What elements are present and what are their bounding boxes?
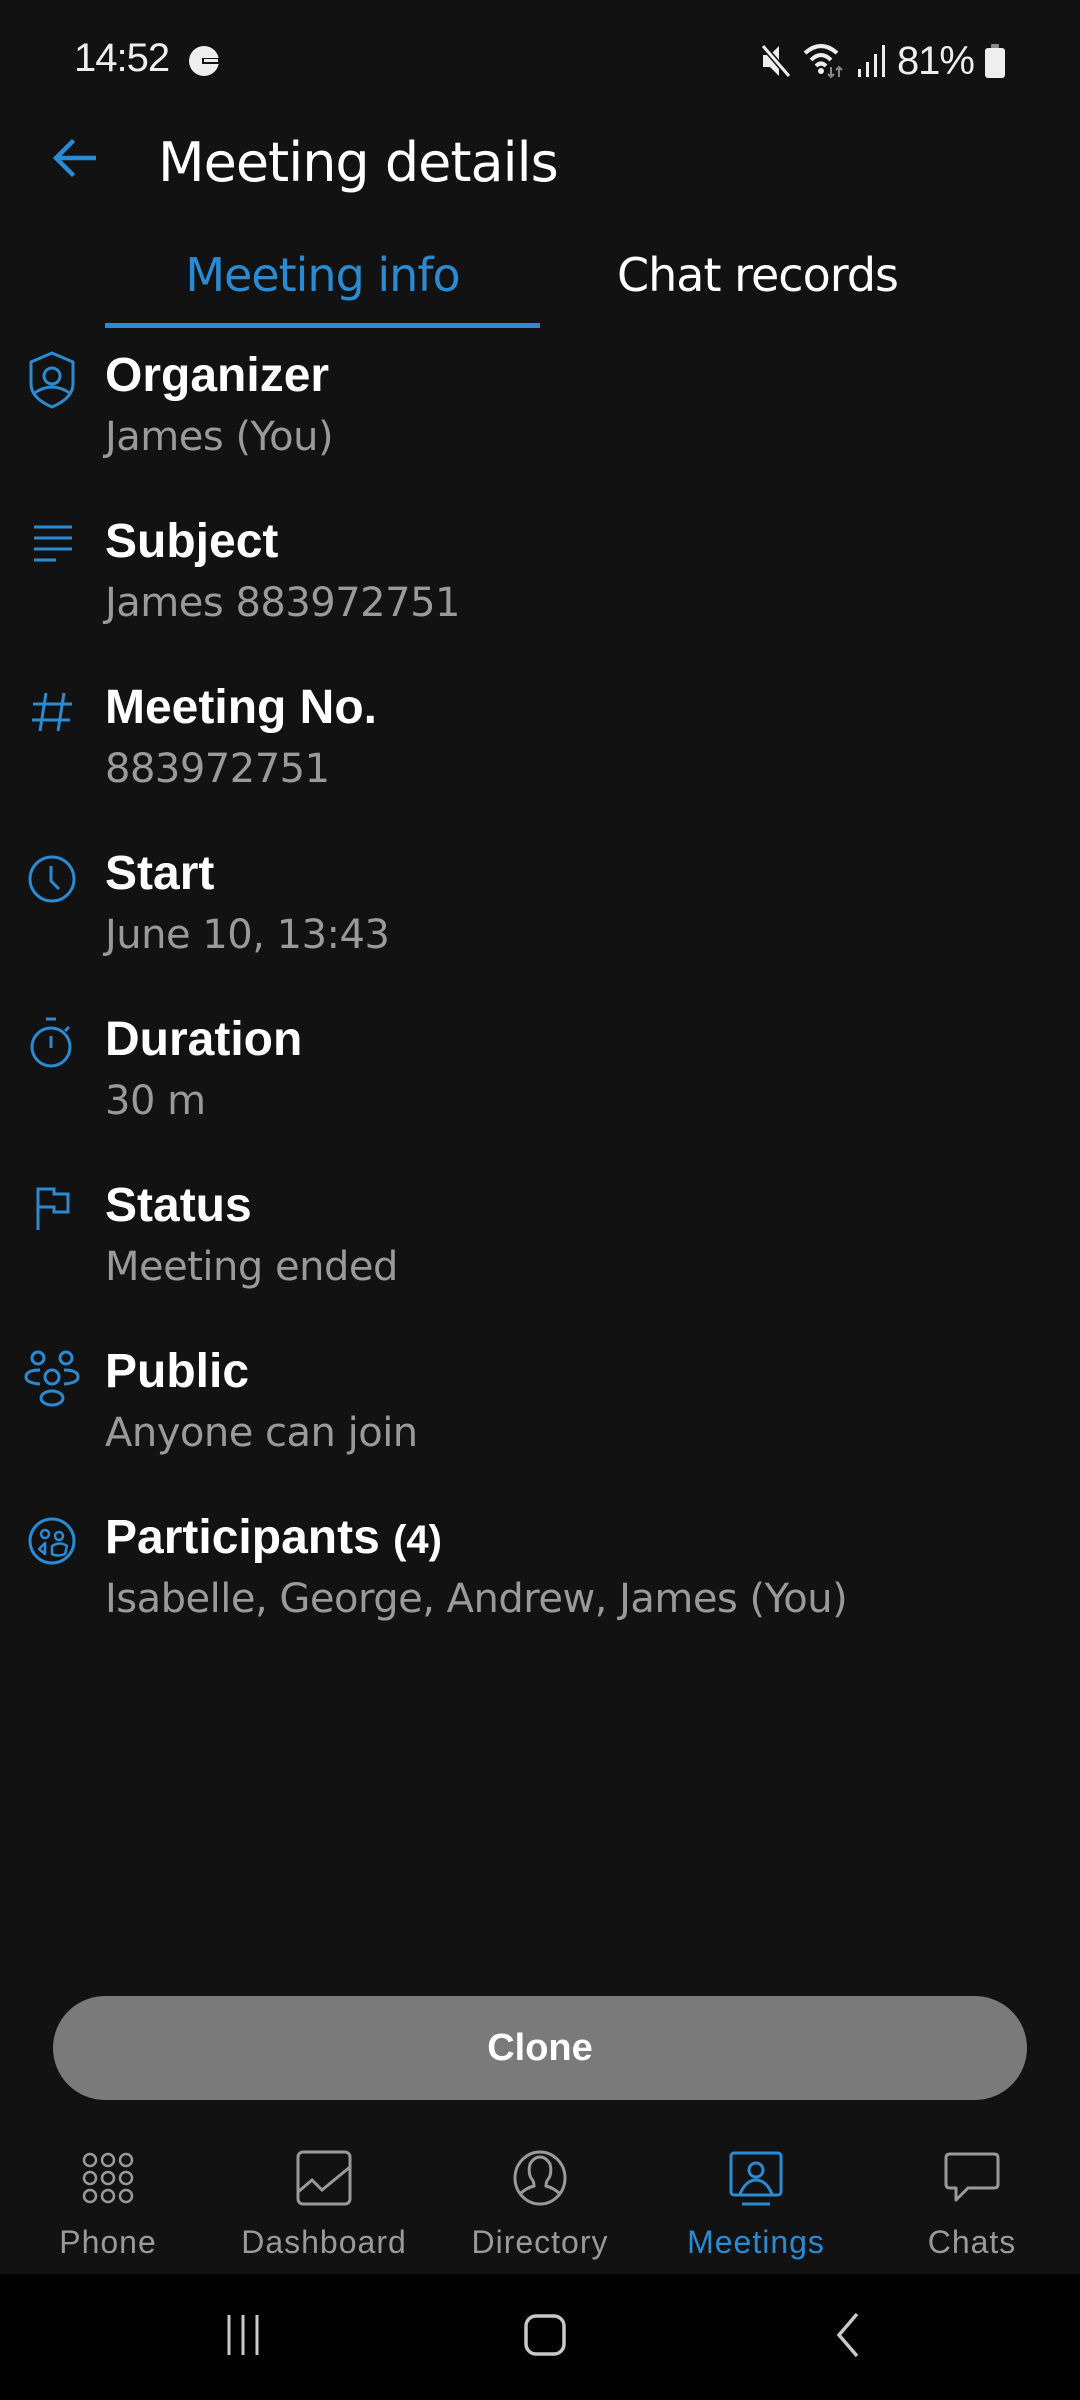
contact-icon [510, 2148, 570, 2208]
nav-item-directory[interactable]: Directory [432, 2130, 648, 2274]
chat-bubble-icon [942, 2148, 1002, 2208]
bottom-nav: Phone Dashboard Directory Meetings Chats [0, 2130, 1080, 2274]
detail-label: Public [105, 1345, 250, 1398]
arrow-left-icon [52, 136, 97, 185]
stopwatch-icon [26, 1016, 78, 1076]
status-bar: 14:52 81% [0, 0, 1080, 120]
tab-meeting-info[interactable]: Meeting info [105, 240, 540, 332]
detail-value: June 10, 13:43 [105, 912, 390, 958]
participants-label: Participants [105, 1511, 380, 1564]
tab-chat-records[interactable]: Chat records [540, 240, 975, 332]
dialpad-icon [78, 2148, 138, 2208]
nav-label: Directory [471, 2224, 609, 2260]
mute-icon [759, 42, 793, 80]
detail-label: Meeting No. [105, 681, 377, 734]
meeting-icon [726, 2148, 786, 2208]
detail-value: James 883972751 [105, 580, 460, 626]
detail-label: Start [105, 847, 215, 900]
wifi-icon [803, 41, 847, 81]
detail-label: Participants (4) [105, 1510, 442, 1565]
battery-percent: 81% [896, 38, 975, 83]
meeting-details-list: Organizer James (You) Subject James 8839… [0, 340, 1080, 1668]
group-icon [22, 1350, 82, 1410]
signal-icon [857, 43, 887, 79]
status-icons: 81% [759, 36, 1006, 86]
nav-item-chats[interactable]: Chats [864, 2130, 1080, 2274]
detail-label: Status [105, 1179, 252, 1232]
detail-value: Meeting ended [105, 1244, 398, 1290]
nav-label: Meetings [687, 2224, 825, 2260]
chart-icon [294, 2148, 354, 2208]
status-time: 14:52 [74, 36, 170, 80]
detail-value: James (You) [105, 414, 334, 460]
detail-value: 30 m [105, 1078, 206, 1124]
detail-value: Isabelle, George, Andrew, James (You) [105, 1576, 848, 1622]
detail-meeting-no: Meeting No. 883972751 [0, 672, 1080, 838]
detail-status: Status Meeting ended [0, 1170, 1080, 1336]
detail-start: Start June 10, 13:43 [0, 838, 1080, 1004]
tab-bar: Meeting info Chat records [105, 240, 975, 332]
page-title: Meeting details [158, 131, 559, 194]
back-button[interactable] [44, 130, 104, 190]
detail-subject: Subject James 883972751 [0, 506, 1080, 672]
nav-label: Chats [927, 2224, 1017, 2260]
clock-icon [26, 854, 78, 914]
detail-label: Organizer [105, 349, 330, 402]
battery-icon [984, 43, 1006, 79]
participants-count: (4) [393, 1518, 442, 1562]
detail-public: Public Anyone can join [0, 1336, 1080, 1502]
nav-item-meetings[interactable]: Meetings [648, 2130, 864, 2274]
flag-icon [26, 1186, 78, 1246]
participants-icon [26, 1516, 78, 1576]
hash-icon [26, 690, 78, 750]
home-icon [523, 2313, 567, 2362]
detail-participants[interactable]: Participants (4) Isabelle, George, Andre… [0, 1502, 1080, 1668]
clone-button[interactable]: Clone [53, 1996, 1027, 2100]
detail-value: 883972751 [105, 746, 330, 792]
nav-item-phone[interactable]: Phone [0, 2130, 216, 2274]
recent-apps-button[interactable] [203, 2304, 283, 2370]
nav-label: Dashboard [241, 2224, 407, 2260]
system-nav-bar [0, 2274, 1080, 2400]
detail-organizer: Organizer James (You) [0, 340, 1080, 506]
chevron-left-icon [833, 2312, 863, 2363]
detail-label: Subject [105, 515, 279, 568]
system-back-button[interactable] [808, 2304, 888, 2370]
detail-duration: Duration 30 m [0, 1004, 1080, 1170]
home-button[interactable] [505, 2304, 585, 2370]
nav-label: Phone [59, 2224, 157, 2260]
google-app-icon [188, 44, 220, 78]
shield-user-icon [26, 350, 78, 410]
nav-item-dashboard[interactable]: Dashboard [216, 2130, 432, 2274]
text-lines-icon [26, 524, 78, 584]
detail-label: Duration [105, 1013, 303, 1066]
detail-value: Anyone can join [105, 1410, 418, 1456]
recent-apps-icon [223, 2313, 263, 2362]
